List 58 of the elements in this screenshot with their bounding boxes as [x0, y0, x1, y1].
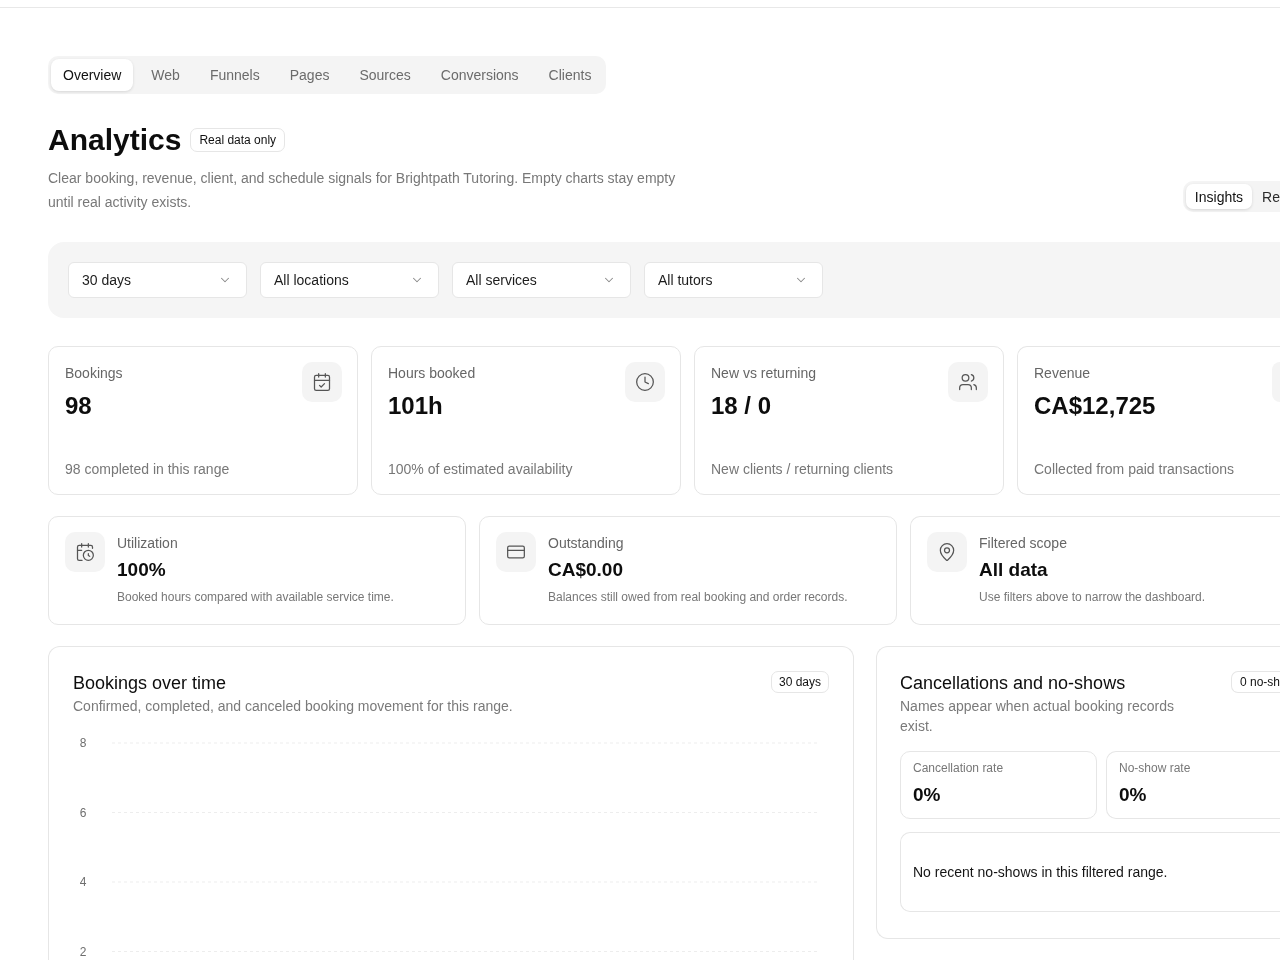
summary-note: Booked hours compared with available service time. — [117, 589, 394, 605]
stat-value: 18 / 0 — [711, 392, 773, 420]
map-pin-icon — [927, 532, 967, 572]
summary-label: Outstanding — [548, 534, 625, 553]
stat-label: Revenue — [1034, 364, 1092, 383]
tab[interactable]: Funnels — [197, 59, 272, 91]
credit-card-icon — [496, 532, 536, 572]
summary-note: Balances still owed from real booking and order records. — [548, 589, 848, 605]
axis-label: 8 — [79, 736, 87, 750]
stat-label: Bookings — [65, 364, 123, 383]
filter-select[interactable]: 30 days — [68, 262, 247, 298]
range-badge: 30 days — [770, 671, 829, 693]
summary-value: 100% — [117, 558, 167, 582]
stat-label: Hours booked — [388, 364, 476, 383]
stat-note: Collected from paid transactions — [1034, 460, 1235, 479]
axis-label: 2 — [79, 944, 87, 959]
clock-icon — [625, 362, 665, 402]
rate-label: Cancellation rate — [913, 760, 1005, 776]
stat-label: New vs returning — [711, 364, 817, 383]
filter-select[interactable]: All services — [452, 262, 631, 298]
stat-note: 100% of estimated availability — [388, 460, 574, 479]
tab[interactable]: Clients — [536, 59, 604, 91]
tab[interactable]: Conversions — [428, 59, 531, 91]
summary-label: Filtered scope — [979, 534, 1068, 553]
summary-value: All data — [979, 558, 1049, 582]
stat-note: 98 completed in this range — [65, 460, 231, 479]
toggle-option[interactable]: Insights — [1185, 184, 1253, 209]
stat-note: New clients / returning clients — [711, 460, 895, 479]
panel-title: Cancellations and no-shows — [900, 672, 1127, 695]
info-badge: Real data only — [190, 128, 286, 152]
chart-subtitle: Confirmed, completed, and canceled booking movement for this range. — [73, 697, 513, 716]
filter-select[interactable]: All locations — [260, 262, 439, 298]
users-icon — [948, 362, 988, 402]
rate-value: 0% — [913, 783, 942, 807]
page-description: Clear booking, revenue, client, and schedule signals for Brightpath Tutoring. Empty charts stay empty until real activity exists. — [48, 169, 677, 212]
tab[interactable]: Sources — [347, 59, 423, 91]
rate-value: 0% — [1119, 783, 1148, 807]
stat-value: CA$12,725 — [1034, 392, 1156, 420]
toggle-option[interactable]: Re — [1262, 184, 1280, 209]
tab[interactable]: Web — [139, 59, 192, 91]
summary-value: CA$0.00 — [548, 558, 624, 582]
tab[interactable]: Pages — [277, 59, 342, 91]
summary-label: Utilization — [117, 534, 179, 553]
calendar-check-icon — [302, 362, 342, 402]
panel-subtitle: Names appear when actual booking records exist. — [900, 697, 1175, 736]
axis-label: 4 — [79, 875, 87, 889]
stat-value: 101h — [388, 392, 444, 420]
page-title: Analytics — [48, 122, 182, 158]
tab[interactable]: Overview — [51, 59, 134, 91]
axis-label: 6 — [79, 805, 87, 820]
calendar-clock-icon — [65, 532, 105, 572]
empty-state-text: No recent no-shows in this filtered range. — [913, 863, 1168, 882]
summary-note: Use filters above to narrow the dashboard. — [979, 589, 1206, 605]
chart-title: Bookings over time — [73, 672, 228, 695]
rate-label: No-show rate — [1119, 760, 1192, 776]
stat-value: 98 — [65, 392, 93, 420]
count-badge: 0 no-sh — [1230, 671, 1280, 693]
filter-select[interactable]: All tutors — [644, 262, 823, 298]
